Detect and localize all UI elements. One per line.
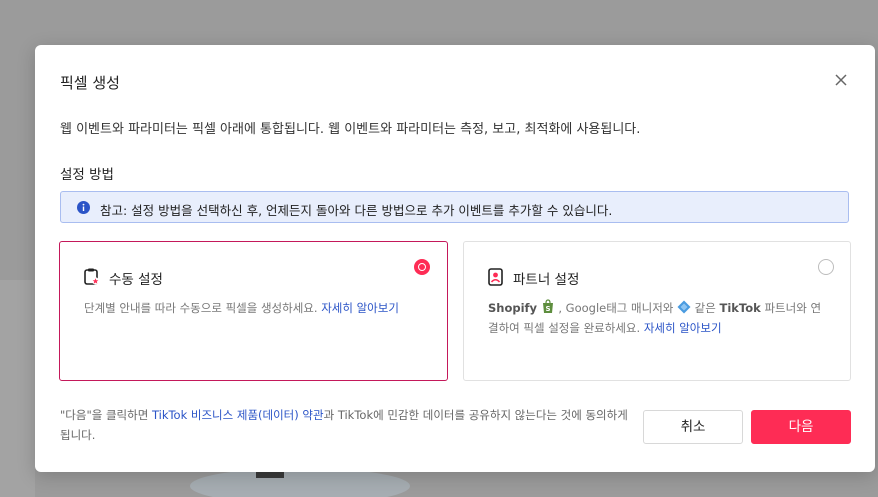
notice-text: 참고: 설정 방법을 선택하신 후, 언제든지 돌아와 다른 방법으로 추가 이… [100, 203, 613, 218]
shopify-label: Shopify [488, 301, 538, 315]
setup-method-heading: 설정 방법 [60, 167, 114, 183]
manual-setup-description: 단계별 안내를 따라 수동으로 픽셀을 생성하세요. 자세히 알아보기 [84, 298, 424, 318]
shopify-bag-icon: S [542, 299, 553, 313]
next-button[interactable]: 다음 [751, 410, 851, 444]
partner-setup-title: 파트너 설정 [513, 272, 580, 288]
partner-setup-icon [488, 268, 503, 286]
create-pixel-dialog: 픽셀 생성 웹 이벤트와 파라미터는 픽셀 아래에 통합됩니다. 웹 이벤트와 … [35, 45, 875, 472]
partner-setup-option[interactable]: 파트너 설정 Shopify S , Google태그 매니저와 같은 TikT… [463, 241, 851, 381]
dialog-title: 픽셀 생성 [60, 74, 120, 92]
info-notice: 참고: 설정 방법을 선택하신 후, 언제든지 돌아와 다른 방법으로 추가 이… [60, 191, 849, 223]
manual-setup-icon [84, 268, 100, 285]
terms-link[interactable]: TikTok 비즈니스 제품(데이터) 약관 [152, 408, 324, 422]
terms-prefix: "다음"을 클릭하면 [60, 408, 149, 422]
terms-note: "다음"을 클릭하면 TikTok 비즈니스 제품(데이터) 약관과 TikTo… [60, 405, 640, 445]
manual-learn-more-link[interactable]: 자세히 알아보기 [321, 301, 399, 315]
partner-setup-description: Shopify S , Google태그 매니저와 같은 TikTok 파트너와… [488, 298, 828, 338]
tag-manager-diamond-icon [677, 300, 691, 314]
partner-text-mid: , Google태그 매니저와 [558, 301, 674, 315]
dialog-description: 웹 이벤트와 파라미터는 픽셀 아래에 통합됩니다. 웹 이벤트와 파라미터는 … [60, 122, 641, 137]
manual-setup-title: 수동 설정 [109, 272, 163, 288]
partner-learn-more-link[interactable]: 자세히 알아보기 [644, 321, 722, 335]
cancel-button[interactable]: 취소 [643, 410, 743, 444]
close-icon[interactable] [832, 71, 850, 89]
svg-text:S: S [545, 305, 550, 313]
partner-setup-radio[interactable] [818, 259, 834, 275]
manual-setup-radio[interactable] [414, 259, 430, 275]
manual-setup-text: 단계별 안내를 따라 수동으로 픽셀을 생성하세요. [84, 301, 318, 315]
tiktok-label: TikTok [719, 301, 761, 315]
manual-setup-option[interactable]: 수동 설정 단계별 안내를 따라 수동으로 픽셀을 생성하세요. 자세히 알아보… [59, 241, 448, 381]
partner-text-after: 같은 [694, 301, 716, 315]
info-icon [77, 201, 90, 214]
